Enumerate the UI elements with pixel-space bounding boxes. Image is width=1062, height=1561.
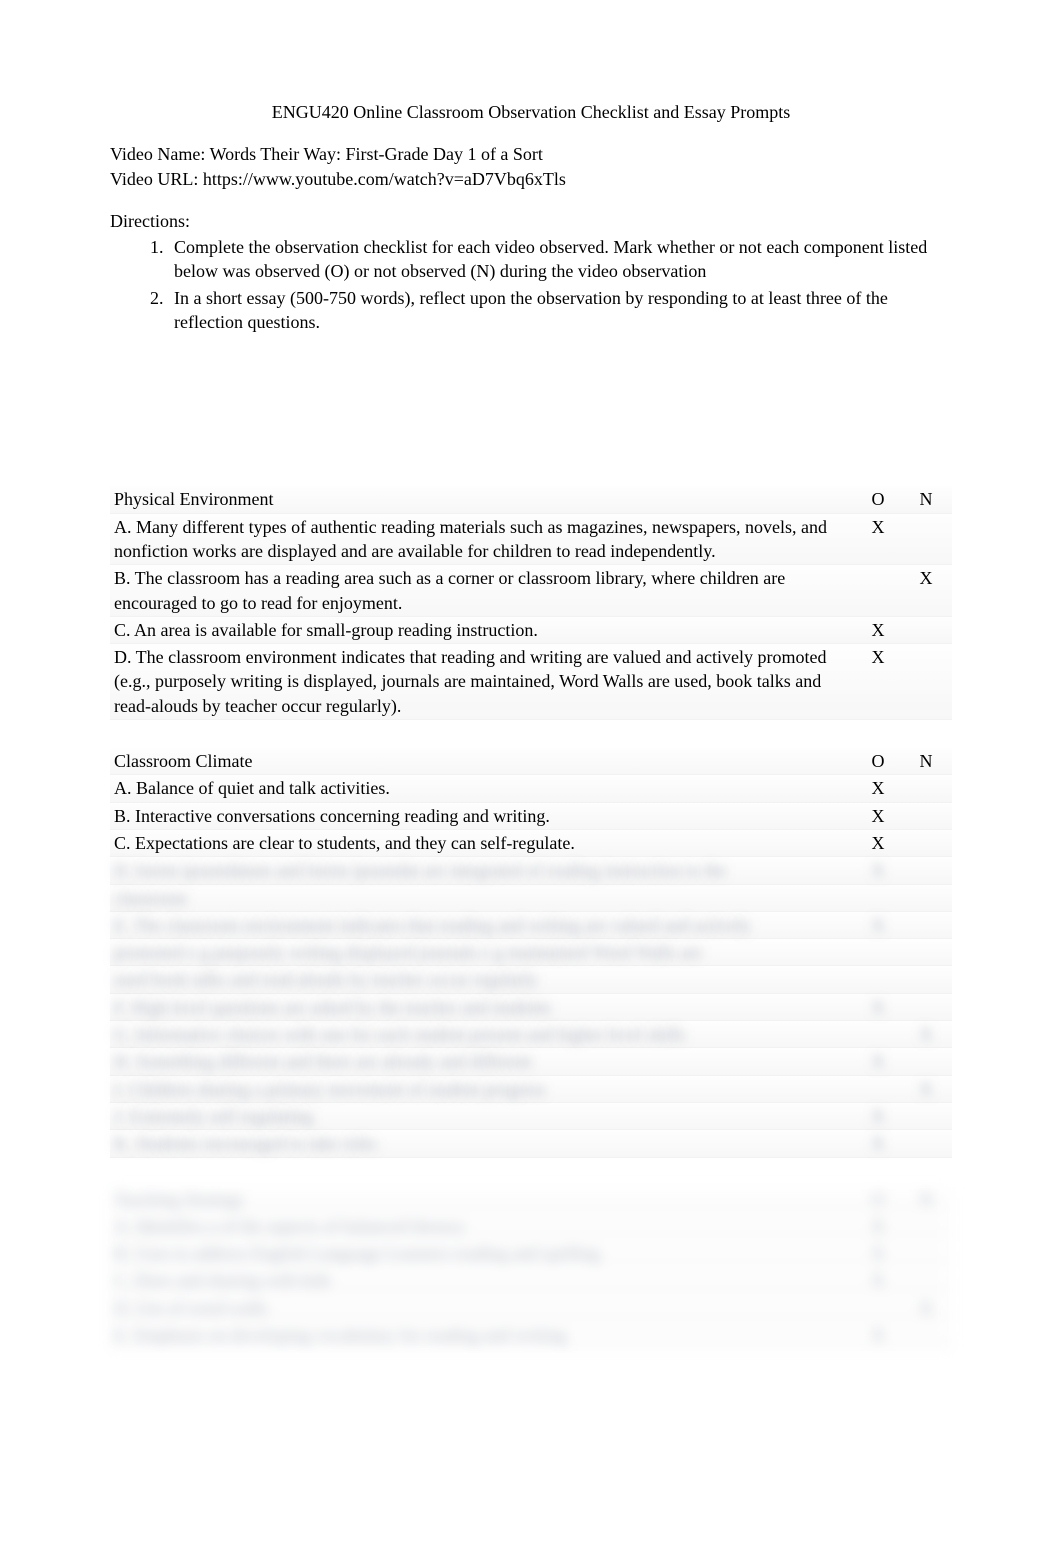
table-row: B. The classroom has a reading area such… xyxy=(110,565,952,617)
table-row-blurred: C. Does and sharing with kids X xyxy=(110,1267,952,1294)
video-url-value: https://www.youtube.com/watch?v=aD7Vbq6x… xyxy=(203,169,566,189)
table-row-blurred: B. Uses to address English Language Lear… xyxy=(110,1240,952,1267)
table-row-blurred: promoted e g purposely writing displayed… xyxy=(110,939,952,966)
row-observed: X xyxy=(856,513,904,565)
row-not-observed xyxy=(904,513,952,565)
direction-item: In a short essay (500-750 words), reflec… xyxy=(168,286,952,335)
directions-heading: Directions: xyxy=(110,209,952,233)
row-not-observed xyxy=(904,775,952,802)
table-row-blurred: A. Identifies a of the aspects of balanc… xyxy=(110,1212,952,1239)
row-not-observed: X xyxy=(904,565,952,617)
table-row-blurred: Teaching Strategy ON xyxy=(110,1186,952,1213)
row-label: A. Balance of quiet and talk activities. xyxy=(110,775,856,802)
video-name-line: Video Name: Words Their Way: First-Grade… xyxy=(110,142,952,166)
row-observed: X xyxy=(856,775,904,802)
row-label: B. The classroom has a reading area such… xyxy=(110,565,856,617)
page-title: ENGU420 Online Classroom Observation Che… xyxy=(110,100,952,124)
table-row: C. An area is available for small-group … xyxy=(110,616,952,643)
row-label: D. The classroom environment indicates t… xyxy=(110,644,856,720)
video-metadata: Video Name: Words Their Way: First-Grade… xyxy=(110,142,952,191)
col-header-observed: O xyxy=(856,748,904,775)
row-observed: X xyxy=(856,616,904,643)
blurred-section-table: Teaching Strategy ON A. Identifies a of … xyxy=(110,1186,952,1350)
table-row-blurred: D. Use of word walls X xyxy=(110,1294,952,1321)
table-row: A. Many different types of authentic rea… xyxy=(110,513,952,565)
col-header-not-observed: N xyxy=(904,748,952,775)
row-not-observed xyxy=(904,829,952,856)
table-row-blurred: E. The classroom environment indicates t… xyxy=(110,911,952,938)
table-row-blurred: classroom xyxy=(110,884,952,911)
table-row: D. The classroom environment indicates t… xyxy=(110,644,952,720)
classroom-climate-table: Classroom Climate O N A. Balance of quie… xyxy=(110,748,952,1157)
table-row: A. Balance of quiet and talk activities.… xyxy=(110,775,952,802)
table-row-blurred: K. Students encouraged to take risks X xyxy=(110,1130,952,1157)
direction-item: Complete the observation checklist for e… xyxy=(168,235,952,284)
row-label: B. Interactive conversations concerning … xyxy=(110,802,856,829)
row-label: A. Many different types of authentic rea… xyxy=(110,513,856,565)
row-not-observed xyxy=(904,616,952,643)
section-heading: Classroom Climate xyxy=(110,748,856,775)
physical-environment-table: Physical Environment O N A. Many differe… xyxy=(110,486,952,720)
row-label: C. Expectations are clear to students, a… xyxy=(110,829,856,856)
row-observed xyxy=(856,565,904,617)
col-header-observed: O xyxy=(856,486,904,513)
table-row-blurred: F. High level questions are asked by the… xyxy=(110,993,952,1020)
section-heading: Physical Environment xyxy=(110,486,856,513)
table-row-blurred: I. Children sharing a primary movement o… xyxy=(110,1075,952,1102)
directions-list: Complete the observation checklist for e… xyxy=(168,235,952,334)
row-not-observed xyxy=(904,802,952,829)
row-observed: X xyxy=(856,829,904,856)
row-observed: X xyxy=(856,802,904,829)
row-label: C. An area is available for small-group … xyxy=(110,616,856,643)
row-not-observed xyxy=(904,644,952,720)
table-row-blurred: G. Informative choices with one for each… xyxy=(110,1021,952,1048)
row-observed: X xyxy=(856,644,904,720)
video-name-label: Video Name: xyxy=(110,144,210,164)
table-row-blurred: H. Something different and there are alr… xyxy=(110,1048,952,1075)
table-header-row: Physical Environment O N xyxy=(110,486,952,513)
video-name-value: Words Their Way: First-Grade Day 1 of a … xyxy=(210,144,543,164)
video-url-line: Video URL: https://www.youtube.com/watch… xyxy=(110,167,952,191)
table-header-row: Classroom Climate O N xyxy=(110,748,952,775)
table-row: C. Expectations are clear to students, a… xyxy=(110,829,952,856)
table-row-blurred: J. Extremely self regulating X xyxy=(110,1102,952,1129)
table-row-blurred: E. Emphasis on developing vocabulary for… xyxy=(110,1321,952,1348)
table-row-blurred: used book talks and read-alouds by teach… xyxy=(110,966,952,993)
video-url-label: Video URL: xyxy=(110,169,203,189)
table-row: B. Interactive conversations concerning … xyxy=(110,802,952,829)
table-row-blurred: D. lorem ipsumdatum and lorem ipsumdat a… xyxy=(110,857,952,884)
col-header-not-observed: N xyxy=(904,486,952,513)
